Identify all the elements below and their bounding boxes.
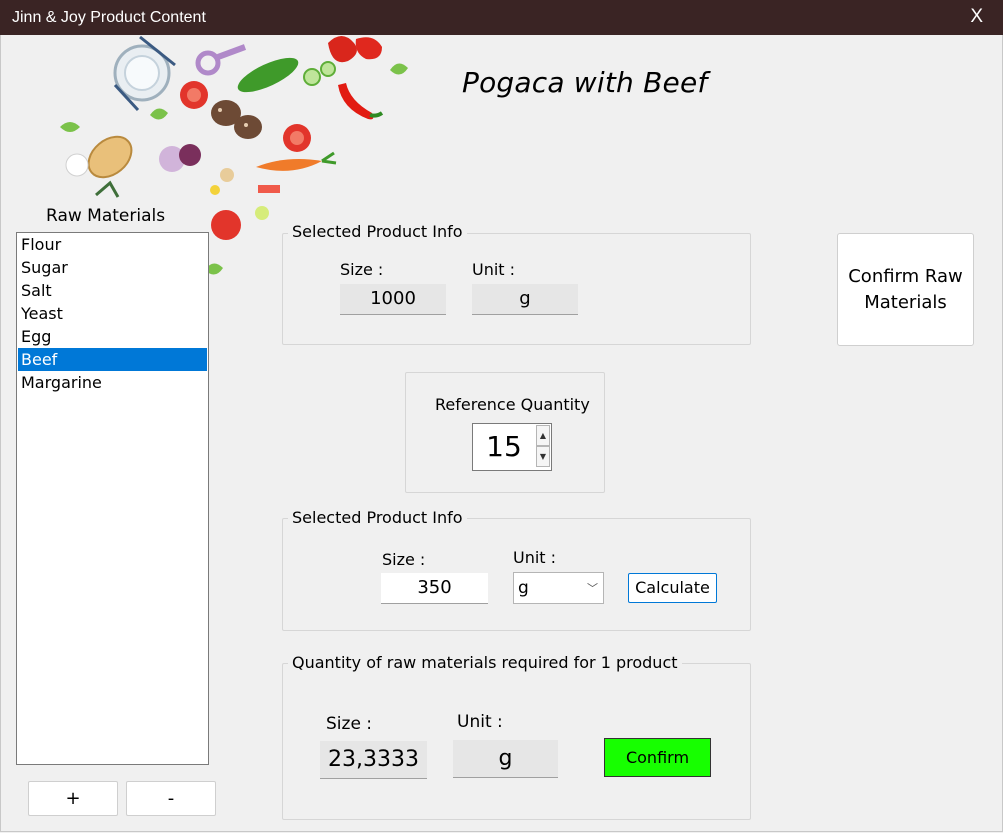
- list-item[interactable]: Salt: [18, 279, 207, 302]
- unit-label: Unit :: [472, 260, 516, 279]
- size-label: Size :: [340, 260, 384, 279]
- raw-materials-list[interactable]: Flour Sugar Salt Yeast Egg Beef Margarine: [16, 232, 209, 765]
- list-item[interactable]: Yeast: [18, 302, 207, 325]
- product-size-field: 1000: [340, 284, 446, 315]
- required-quantity-title: Quantity of raw materials required for 1…: [288, 653, 682, 672]
- required-size-field: 23,3333: [320, 741, 427, 779]
- size-label-2: Size :: [382, 550, 426, 569]
- selected-product-info-title-2: Selected Product Info: [288, 508, 467, 527]
- list-item[interactable]: Sugar: [18, 256, 207, 279]
- reference-quantity-label: Reference Quantity: [435, 395, 590, 414]
- spin-down-icon[interactable]: ▼: [536, 446, 550, 467]
- confirm-raw-materials-label: Confirm Raw Materials: [848, 265, 963, 313]
- unit-select-value: g: [518, 578, 529, 598]
- chevron-down-icon: ﹀: [587, 582, 598, 595]
- list-item[interactable]: Margarine: [18, 371, 207, 394]
- reference-quantity-spinner[interactable]: 15 ▲ ▼: [472, 423, 552, 471]
- size-input[interactable]: 350: [381, 573, 488, 604]
- product-unit-field: g: [472, 284, 578, 315]
- reference-quantity-value[interactable]: 15: [473, 424, 535, 470]
- list-item[interactable]: Beef: [18, 348, 207, 371]
- confirm-button[interactable]: Confirm: [604, 738, 711, 777]
- confirm-raw-materials-button[interactable]: Confirm Raw Materials: [837, 233, 974, 346]
- required-unit-field: g: [453, 740, 558, 778]
- list-item[interactable]: Egg: [18, 325, 207, 348]
- window-title: Jinn & Joy Product Content: [12, 9, 206, 26]
- title-bar: Jinn & Joy Product Content X: [0, 0, 1003, 35]
- unit-select[interactable]: g ﹀: [513, 572, 604, 604]
- unit-label-3: Unit :: [457, 712, 503, 732]
- unit-label-2: Unit :: [513, 548, 557, 567]
- size-label-3: Size :: [326, 714, 373, 734]
- close-button[interactable]: X: [970, 6, 983, 28]
- selected-product-info-title: Selected Product Info: [288, 222, 467, 241]
- raw-materials-label: Raw Materials: [46, 206, 166, 226]
- list-item[interactable]: Flour: [18, 233, 207, 256]
- remove-material-button[interactable]: -: [126, 781, 216, 816]
- product-title: Pogaca with Beef: [462, 66, 708, 99]
- spin-up-icon[interactable]: ▲: [536, 425, 550, 446]
- add-material-button[interactable]: +: [28, 781, 118, 816]
- calculate-button[interactable]: Calculate: [628, 573, 717, 603]
